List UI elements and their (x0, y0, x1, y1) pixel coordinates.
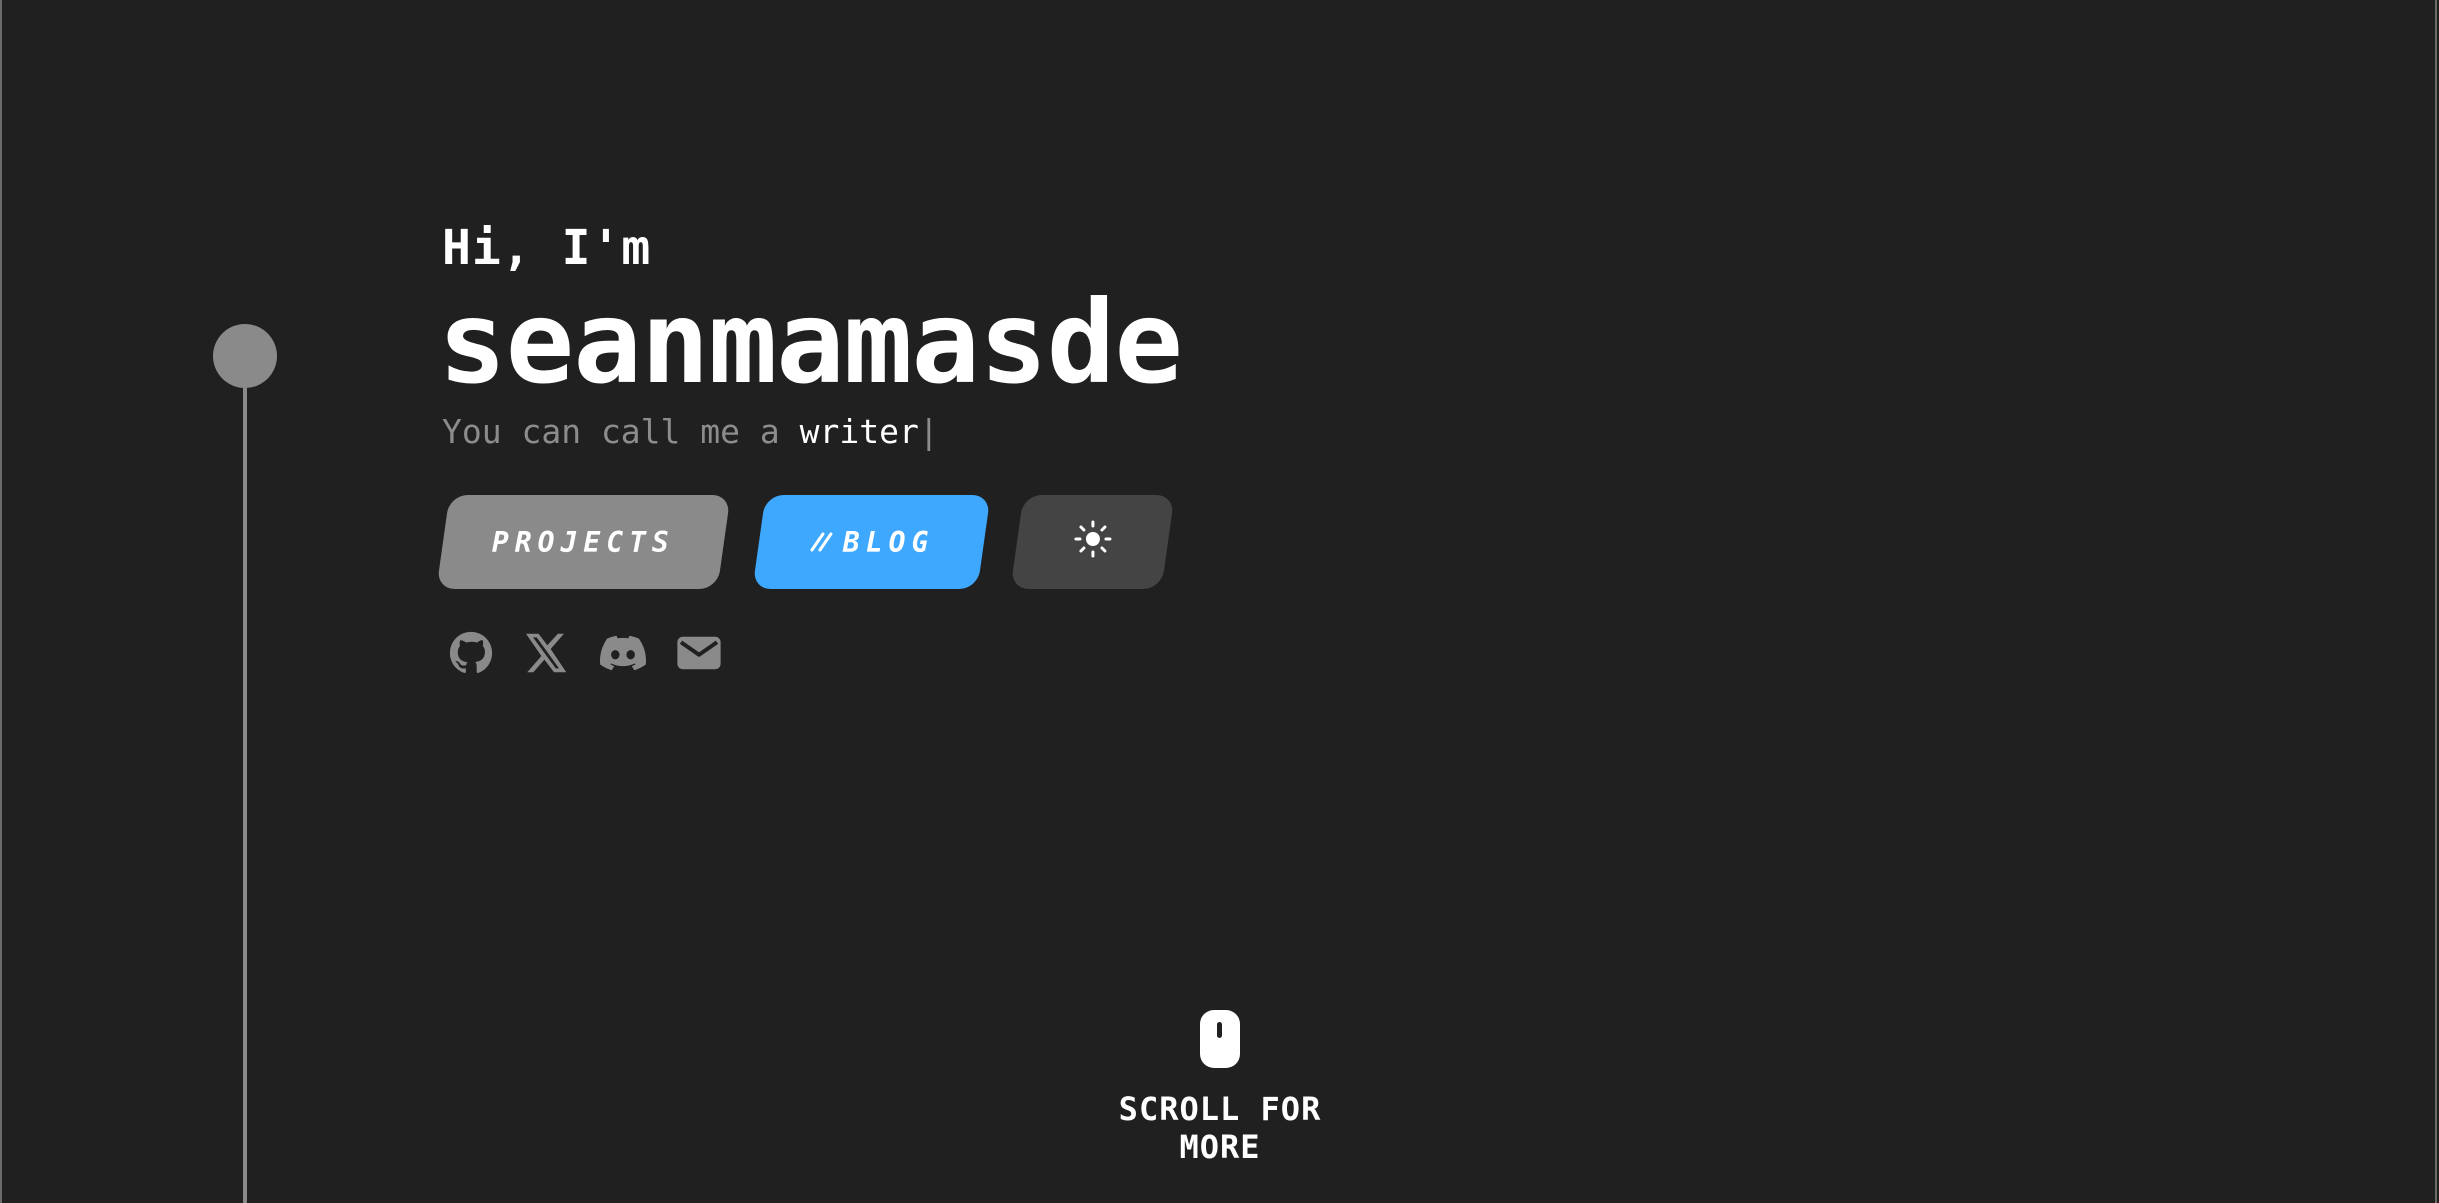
blog-button-label: BLOG (842, 525, 935, 559)
site-owner-name: seanmamasde (438, 276, 1183, 409)
blog-button[interactable]: BLOG (752, 495, 991, 589)
sun-icon (1074, 520, 1112, 565)
tagline: You can call me a writer| (442, 408, 939, 456)
projects-button[interactable]: PROJECTS (436, 495, 731, 589)
projects-button-label: PROJECTS (492, 525, 675, 559)
x-icon[interactable] (524, 630, 570, 676)
timeline-line (243, 370, 247, 1203)
github-icon[interactable] (448, 630, 494, 676)
tagline-role: writer (799, 412, 919, 451)
tagline-prefix: You can call me a (442, 412, 800, 451)
mouse-icon (1200, 1010, 1240, 1068)
mouse-wheel (1217, 1022, 1222, 1038)
theme-toggle-button[interactable] (1010, 495, 1175, 589)
slash-icon (809, 526, 835, 559)
typing-cursor: | (918, 412, 939, 451)
discord-icon[interactable] (600, 630, 646, 676)
greeting-text: Hi, I'm (442, 220, 652, 276)
scroll-label: SCROLL FOR MORE (1118, 1090, 1322, 1166)
scroll-indicator[interactable]: SCROLL FOR MORE (1080, 1010, 1360, 1166)
social-links (448, 630, 722, 676)
mail-icon[interactable] (676, 630, 722, 676)
